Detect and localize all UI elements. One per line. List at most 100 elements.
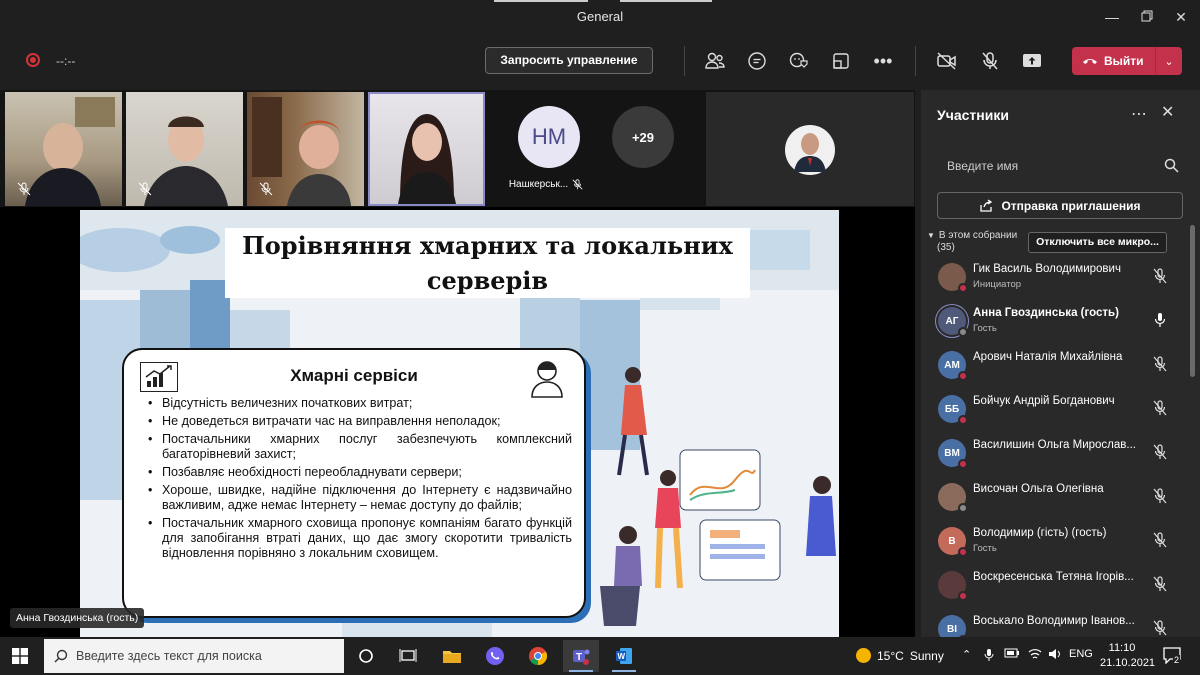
task-view-button[interactable] bbox=[390, 640, 426, 672]
request-control-button[interactable]: Запросить управление bbox=[485, 47, 653, 74]
presence-status-icon bbox=[958, 459, 968, 469]
participant-search[interactable] bbox=[937, 152, 1185, 180]
svg-text:W: W bbox=[618, 652, 626, 661]
viber-app[interactable] bbox=[477, 640, 513, 672]
presence-status-icon bbox=[958, 547, 968, 557]
restore-icon bbox=[1141, 10, 1153, 22]
panel-scrollbar[interactable] bbox=[1190, 225, 1195, 377]
share-screen-button[interactable] bbox=[1019, 48, 1045, 74]
participant-name: Василишин Ольга Мирослав... bbox=[973, 439, 1136, 451]
mic-off-icon[interactable] bbox=[1153, 268, 1167, 284]
participant-row[interactable]: Гик Василь Володимирович Инициатор bbox=[921, 258, 1183, 302]
system-clock[interactable]: 11:10 21.10.2021 bbox=[1100, 641, 1155, 671]
panel-more-options-button[interactable]: ⋯ bbox=[1131, 104, 1147, 124]
weather-condition: Sunny bbox=[909, 648, 944, 663]
panel-title: Участники bbox=[937, 107, 1009, 123]
rooms-button[interactable] bbox=[828, 48, 854, 74]
participant-avatar-photo bbox=[785, 125, 835, 175]
mic-off-icon[interactable] bbox=[1153, 576, 1167, 592]
chrome-app[interactable] bbox=[520, 640, 556, 672]
presence-status-icon bbox=[958, 327, 968, 337]
more-actions-button[interactable]: ••• bbox=[870, 48, 896, 74]
participant-role: Гость bbox=[973, 543, 997, 554]
overflow-participants-tile[interactable]: +29 bbox=[594, 92, 686, 206]
file-explorer-app[interactable] bbox=[434, 640, 470, 672]
toolbar-divider bbox=[684, 46, 685, 76]
video-tile[interactable] bbox=[5, 92, 122, 206]
viber-icon bbox=[486, 647, 504, 665]
camera-toggle-button[interactable] bbox=[934, 48, 960, 74]
people-icon bbox=[705, 52, 725, 69]
meeting-toolbar: --:-- Запросить управление ••• Выйти ⌄ bbox=[0, 34, 1200, 88]
participant-row[interactable]: АГ Анна Гвоздинська (гость) Гость bbox=[921, 302, 1183, 346]
video-tile[interactable] bbox=[247, 92, 364, 206]
active-speaker-tile[interactable] bbox=[368, 92, 485, 206]
leave-button[interactable]: Выйти ⌄ bbox=[1072, 47, 1182, 75]
mic-off-icon bbox=[138, 182, 152, 196]
maximize-button[interactable] bbox=[1132, 6, 1162, 28]
participant-name: Бойчук Андрій Богданович bbox=[973, 395, 1115, 407]
in-meeting-section-toggle[interactable]: ▼ В этом собрании (35) bbox=[927, 230, 1017, 254]
input-language[interactable]: ENG bbox=[1069, 648, 1093, 660]
taskbar-search[interactable] bbox=[44, 639, 344, 673]
chevron-up-icon[interactable]: ⌃ bbox=[962, 648, 971, 661]
task-view-button[interactable] bbox=[348, 640, 384, 672]
participant-name: Арович Наталія Михайлівна bbox=[973, 351, 1123, 363]
participant-row[interactable]: Височан Ольга Олегівна bbox=[921, 478, 1183, 522]
teams-app[interactable]: T bbox=[563, 640, 599, 672]
presence-status-icon bbox=[958, 591, 968, 601]
video-tile[interactable] bbox=[126, 92, 243, 206]
battery-icon[interactable] bbox=[1004, 648, 1020, 661]
mic-off-icon[interactable] bbox=[1153, 356, 1167, 372]
participant-row[interactable]: ВМ Василишин Ольга Мирослав... bbox=[921, 434, 1183, 478]
video-tile[interactable] bbox=[706, 92, 914, 206]
participant-role: Гость bbox=[973, 323, 997, 334]
participant-row[interactable]: В Володимир (гість) (гость) Гость bbox=[921, 522, 1183, 566]
mic-toggle-button[interactable] bbox=[977, 48, 1003, 74]
mic-off-icon[interactable] bbox=[1153, 532, 1167, 548]
avatar-tile[interactable]: НМ Нашкерськ... bbox=[500, 92, 592, 206]
reactions-button[interactable] bbox=[786, 48, 812, 74]
participant-row[interactable]: ББ Бойчук Андрій Богданович bbox=[921, 390, 1183, 434]
send-invite-button[interactable]: Отправка приглашения bbox=[937, 192, 1183, 219]
participant-row[interactable]: АМ Арович Наталія Михайлівна bbox=[921, 346, 1183, 390]
meeting-timer: --:-- bbox=[56, 54, 76, 68]
mic-off-icon bbox=[572, 179, 583, 190]
panel-close-button[interactable]: ✕ bbox=[1161, 102, 1174, 122]
participant-row[interactable]: Воскресенська Тетяна Ігорів... bbox=[921, 566, 1183, 610]
presenter-person-icon bbox=[528, 358, 566, 398]
participant-search-input[interactable] bbox=[937, 152, 1185, 180]
windows-start-icon[interactable] bbox=[12, 648, 28, 664]
taskbar-search-input[interactable] bbox=[68, 649, 308, 663]
participant-name: Анна Гвоздинська (гость) bbox=[973, 307, 1119, 319]
title-accent-line bbox=[620, 0, 712, 2]
close-window-button[interactable]: ✕ bbox=[1166, 6, 1196, 28]
bullet-item: Постачальник хмарного сховища пропонує к… bbox=[144, 516, 572, 561]
camera-off-icon bbox=[937, 52, 956, 70]
leave-options-chevron-icon[interactable]: ⌄ bbox=[1156, 55, 1182, 68]
notifications-button[interactable]: 2 bbox=[1162, 646, 1182, 669]
minimize-button[interactable]: — bbox=[1097, 6, 1127, 28]
participant-name: Воскресенська Тетяна Ігорів... bbox=[973, 571, 1134, 583]
mic-off-icon bbox=[17, 182, 31, 196]
mic-icon[interactable] bbox=[1153, 312, 1167, 328]
volume-icon[interactable] bbox=[1048, 648, 1062, 663]
mic-off-icon[interactable] bbox=[1153, 444, 1167, 460]
video-strip: НМ Нашкерськ... +29 bbox=[0, 90, 915, 207]
mute-all-button[interactable]: Отключить все микро... bbox=[1028, 232, 1167, 253]
mic-off-icon[interactable] bbox=[1153, 620, 1167, 636]
tray-mic-icon[interactable] bbox=[984, 648, 994, 665]
mic-off-icon[interactable] bbox=[1153, 400, 1167, 416]
wifi-icon[interactable] bbox=[1028, 648, 1042, 663]
mic-off-icon[interactable] bbox=[1153, 488, 1167, 504]
participants-button[interactable] bbox=[702, 48, 728, 74]
participant-role: Инициатор bbox=[973, 279, 1022, 290]
weather-widget[interactable]: 15°C Sunny bbox=[856, 648, 944, 663]
slide-title: Порівняння хмарних та локальних серверів bbox=[225, 228, 750, 298]
word-app[interactable]: W bbox=[606, 640, 642, 672]
avatar: НМ bbox=[518, 106, 580, 168]
chat-button[interactable] bbox=[744, 48, 770, 74]
folder-icon bbox=[443, 651, 461, 663]
presence-status-icon bbox=[958, 283, 968, 293]
clock-time: 11:10 bbox=[1108, 642, 1136, 654]
